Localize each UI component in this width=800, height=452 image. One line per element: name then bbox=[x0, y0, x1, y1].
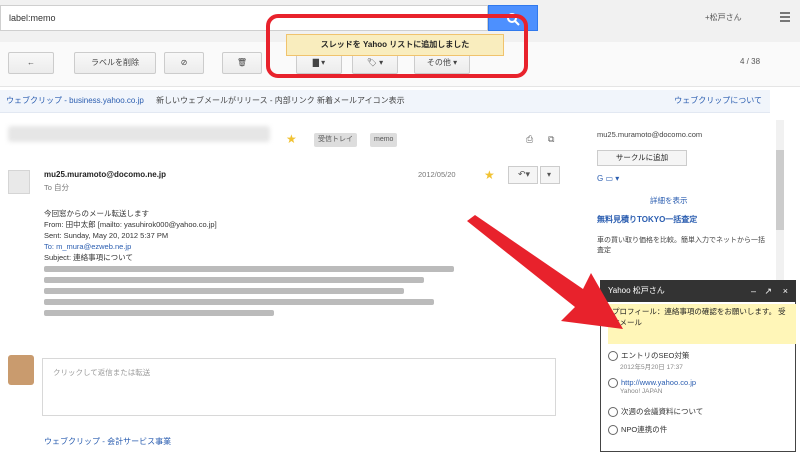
label-tag-inbox[interactable]: 受信トレイ bbox=[314, 133, 357, 147]
back-button[interactable]: ← bbox=[8, 52, 54, 74]
subject-title bbox=[8, 126, 270, 142]
chat-item-label: http://www.yahoo.co.jp bbox=[621, 378, 697, 387]
details-link[interactable]: 詳細を表示 bbox=[650, 195, 688, 206]
print-icon[interactable]: ⎙ bbox=[526, 134, 533, 145]
recipient[interactable]: To 自分 bbox=[44, 182, 69, 193]
pager: 4 / 38 bbox=[740, 57, 761, 66]
minimize-icon[interactable]: – bbox=[751, 280, 756, 302]
menu-icon[interactable] bbox=[780, 12, 790, 24]
body-line: Sent: Sunday, May 20, 2012 5:37 PM bbox=[44, 231, 169, 240]
chevron-down-icon: ▾ bbox=[547, 170, 552, 179]
radio-icon bbox=[608, 351, 618, 362]
reply-button[interactable]: ↶▾ bbox=[508, 166, 538, 184]
blurred-line bbox=[44, 285, 464, 296]
chat-list-item[interactable]: NPO連携の件 bbox=[608, 424, 796, 436]
reply-icon: ↶▾ bbox=[518, 169, 531, 179]
star-icon[interactable]: ★ bbox=[286, 132, 297, 146]
web-clip-bar: ウェブクリップ - business.yahoo.co.jp 新しいウェブメール… bbox=[0, 90, 770, 113]
message-more-button[interactable]: ▾ bbox=[540, 166, 560, 184]
blurred-line bbox=[44, 307, 464, 318]
reply-box[interactable]: クリックして返信または転送 bbox=[42, 358, 556, 416]
scrollbar-thumb[interactable] bbox=[776, 150, 784, 230]
chat-item-label: 次週の会議資料について bbox=[621, 407, 704, 416]
check-icon bbox=[608, 407, 618, 418]
message-body: 今回窓からのメール転送します From: 田中太郎 [mailto: yasuh… bbox=[44, 208, 464, 318]
delete-button[interactable]: 🗑 bbox=[222, 52, 262, 74]
body-line: 今回窓からのメール転送します bbox=[44, 209, 149, 218]
chat-list-item[interactable]: 次週の会議資料について bbox=[608, 406, 796, 418]
radio-icon bbox=[608, 425, 618, 436]
add-to-circle-button[interactable]: サークルに追加 bbox=[597, 150, 687, 166]
remove-label-button[interactable]: ラベルを削除 bbox=[74, 52, 156, 74]
sender-email[interactable]: mu25.muramoto@docomo.ne.jp bbox=[44, 170, 166, 179]
label-tag-memo[interactable]: memo bbox=[370, 133, 398, 147]
red-arrow-annotation bbox=[467, 215, 623, 329]
user-name[interactable]: +松戸さん bbox=[705, 12, 742, 23]
message-star-icon[interactable]: ★ bbox=[484, 168, 495, 182]
social-icons[interactable]: G ▭ ▾ bbox=[597, 174, 619, 183]
highlight-box bbox=[266, 14, 528, 78]
close-icon[interactable]: × bbox=[783, 280, 788, 302]
web-clip-text[interactable]: 新しいウェブメールがリリース - 内部リンク 新着メールアイコン表示 bbox=[156, 96, 405, 105]
chat-list-item[interactable]: エントリのSEO対策 2012年5月20日 17:37 bbox=[608, 350, 796, 371]
reply-avatar bbox=[8, 355, 34, 385]
message-date: 2012/05/20 bbox=[418, 170, 456, 179]
new-window-icon[interactable]: ⧉ bbox=[548, 134, 554, 145]
popout-icon[interactable]: ↗ bbox=[764, 280, 772, 302]
chat-list-item[interactable]: http://www.yahoo.co.jp Yahoo! JAPAN bbox=[608, 378, 796, 395]
chat-item-sub: 2012年5月20日 17:37 bbox=[620, 364, 683, 372]
sender-avatar bbox=[8, 170, 30, 194]
radio-icon bbox=[608, 378, 618, 389]
web-clip-source[interactable]: ウェブクリップ - business.yahoo.co.jp bbox=[6, 96, 144, 105]
chat-item-label: エントリのSEO対策 bbox=[621, 351, 690, 360]
contact-email[interactable]: mu25.muramoto@docomo.com bbox=[597, 130, 702, 139]
body-line: Subject: 連絡事項について bbox=[44, 253, 133, 262]
body-line[interactable]: To: m_mura@ezweb.ne.jp bbox=[44, 241, 464, 252]
web-clip-about[interactable]: ウェブクリップについて bbox=[674, 90, 762, 112]
blurred-line bbox=[44, 274, 464, 285]
chat-item-sub: Yahoo! JAPAN bbox=[620, 388, 663, 396]
report-spam-button[interactable]: ⊘ bbox=[164, 52, 204, 74]
chat-item-label: NPO連携の件 bbox=[621, 425, 668, 434]
blurred-line bbox=[44, 263, 464, 274]
blurred-line bbox=[44, 296, 464, 307]
body-line: From: 田中太郎 [mailto: yasuhirok000@yahoo.c… bbox=[44, 220, 217, 229]
yahoo-chat-header[interactable]: Yahoo 松戸さん – ↗ × bbox=[600, 280, 796, 302]
chat-highlight-item[interactable]: プロフィール：連絡事項の確認をお願いします。 受信メール bbox=[608, 304, 796, 344]
bottom-web-clip[interactable]: ウェブクリップ - 会計サービス事業 bbox=[44, 436, 171, 447]
